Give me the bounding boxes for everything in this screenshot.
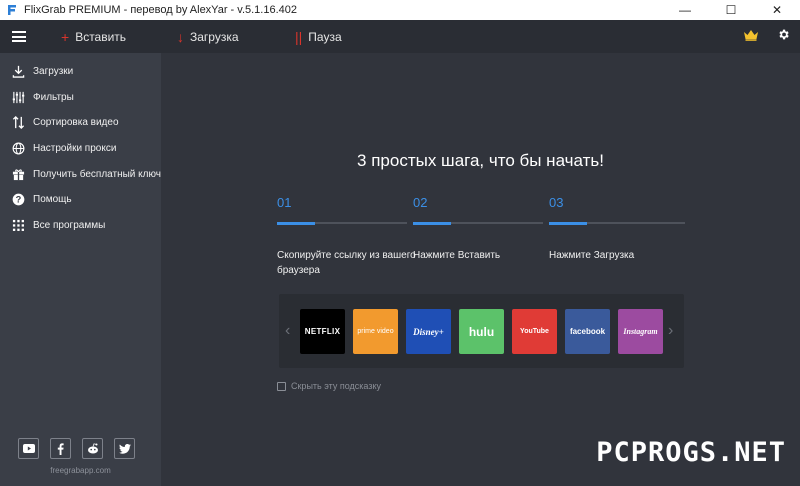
chevron-right-icon[interactable]: › (668, 322, 673, 340)
step-number: 02 (413, 195, 428, 210)
minimize-button[interactable]: — (662, 0, 708, 20)
youtube-icon[interactable] (18, 438, 39, 459)
step-description: Нажмите Вставить (413, 250, 501, 261)
step-number: 03 (549, 195, 564, 210)
sidebar-item-filters[interactable]: Фильтры (0, 85, 161, 111)
sidebar-item-label: Помощь (33, 194, 72, 206)
service-facebook[interactable]: facebook (565, 309, 610, 354)
sidebar-item-label: Настройки прокси (33, 143, 117, 155)
service-hulu[interactable]: hulu (459, 309, 504, 354)
sidebar-item-label: Фильтры (33, 91, 74, 103)
chevron-left-icon[interactable]: ‹ (285, 322, 290, 340)
service-label: Instagram (623, 327, 658, 336)
title-bar: FlixGrab PREMIUM - перевод by AlexYar - … (0, 0, 800, 20)
toolbar: + Вставить ↓ Загрузка || Пауза (0, 20, 800, 53)
window-title: FlixGrab PREMIUM - перевод by AlexYar - … (24, 4, 297, 16)
watermark: PCPROGS.NET (596, 437, 786, 468)
sidebar: Загрузки Фильтры Сортировка видео Настро… (0, 53, 161, 486)
sort-icon (11, 116, 25, 130)
hide-hint-checkbox[interactable]: Скрыть эту подсказку (277, 381, 381, 391)
menu-icon[interactable] (12, 31, 26, 42)
sidebar-item-sort[interactable]: Сортировка видео (0, 110, 161, 136)
pause-button[interactable]: || Пауза (295, 20, 342, 53)
step-3: 03 Нажмите Загрузка (549, 195, 685, 261)
step-2: 02 Нажмите Вставить (413, 195, 543, 261)
website-link[interactable]: freegrabapp.com (0, 466, 161, 475)
sidebar-item-label: Все программы (33, 219, 106, 231)
download-button[interactable]: ↓ Загрузка (177, 20, 239, 53)
paste-label: Вставить (75, 29, 127, 44)
gear-icon[interactable] (777, 28, 790, 46)
service-youtube[interactable]: YouTube (512, 309, 557, 354)
sidebar-item-help[interactable]: ? Помощь (0, 187, 161, 213)
step-1: 01 Скопируйте ссылку из вашего браузера (277, 195, 416, 276)
app-logo-icon (6, 4, 18, 16)
service-label: hulu (468, 324, 495, 339)
service-label: Disney+ (413, 326, 444, 337)
service-instagram[interactable]: Instagram (618, 309, 663, 354)
download-icon (11, 65, 25, 79)
pause-icon: || (295, 28, 303, 45)
reddit-icon[interactable] (82, 438, 103, 459)
sidebar-item-label: Сортировка видео (33, 117, 119, 129)
paste-button[interactable]: + Вставить (61, 20, 126, 53)
page-title: 3 простых шага, что бы начать! (357, 151, 604, 170)
svg-text:?: ? (15, 195, 21, 205)
sidebar-item-proxy[interactable]: Настройки прокси (0, 136, 161, 162)
hide-hint-label: Скрыть эту подсказку (291, 381, 381, 391)
gift-icon (11, 167, 25, 181)
filter-sliders-icon (11, 90, 25, 104)
close-button[interactable]: ✕ (754, 0, 800, 20)
service-label: NETFLIX (304, 327, 341, 336)
grid-icon (11, 218, 25, 232)
facebook-icon[interactable] (50, 438, 71, 459)
step-progress-fill (413, 222, 451, 225)
download-label: Загрузка (190, 29, 239, 44)
step-progress-fill (549, 222, 587, 225)
crown-icon[interactable] (743, 28, 759, 46)
maximize-button[interactable]: ☐ (708, 0, 754, 20)
sidebar-item-label: Загрузки (33, 66, 74, 78)
checkbox-icon[interactable] (277, 381, 286, 391)
step-description: Скопируйте ссылку из вашего браузера (277, 250, 416, 276)
plus-icon: + (61, 28, 70, 45)
step-description: Нажмите Загрузка (549, 250, 635, 261)
service-disney-plus[interactable]: Disney+ (406, 309, 451, 354)
social-links (18, 438, 135, 459)
service-label: facebook (569, 327, 606, 336)
service-netflix[interactable]: NETFLIX (300, 309, 345, 354)
twitter-icon[interactable] (114, 438, 135, 459)
sidebar-item-all-programs[interactable]: Все программы (0, 213, 161, 239)
help-icon: ? (11, 193, 25, 207)
sidebar-item-free-key[interactable]: Получить бесплатный ключ (0, 161, 161, 187)
sidebar-item-downloads[interactable]: Загрузки (0, 59, 161, 85)
service-prime-video[interactable]: prime video (353, 309, 398, 354)
step-progress-fill (277, 222, 315, 225)
service-label: YouTube (520, 328, 549, 335)
service-label: prime video (357, 328, 394, 335)
globe-icon (11, 142, 25, 156)
main-panel: 3 простых шага, что бы начать! 01 Скопир… (161, 53, 800, 486)
pause-label: Пауза (308, 29, 342, 44)
step-number: 01 (277, 195, 292, 210)
arrow-down-icon: ↓ (177, 28, 184, 45)
sidebar-item-label: Получить бесплатный ключ (33, 168, 161, 180)
services-carousel: ‹ NETFLIX prime video Disney+ hulu YouTu… (279, 294, 684, 368)
